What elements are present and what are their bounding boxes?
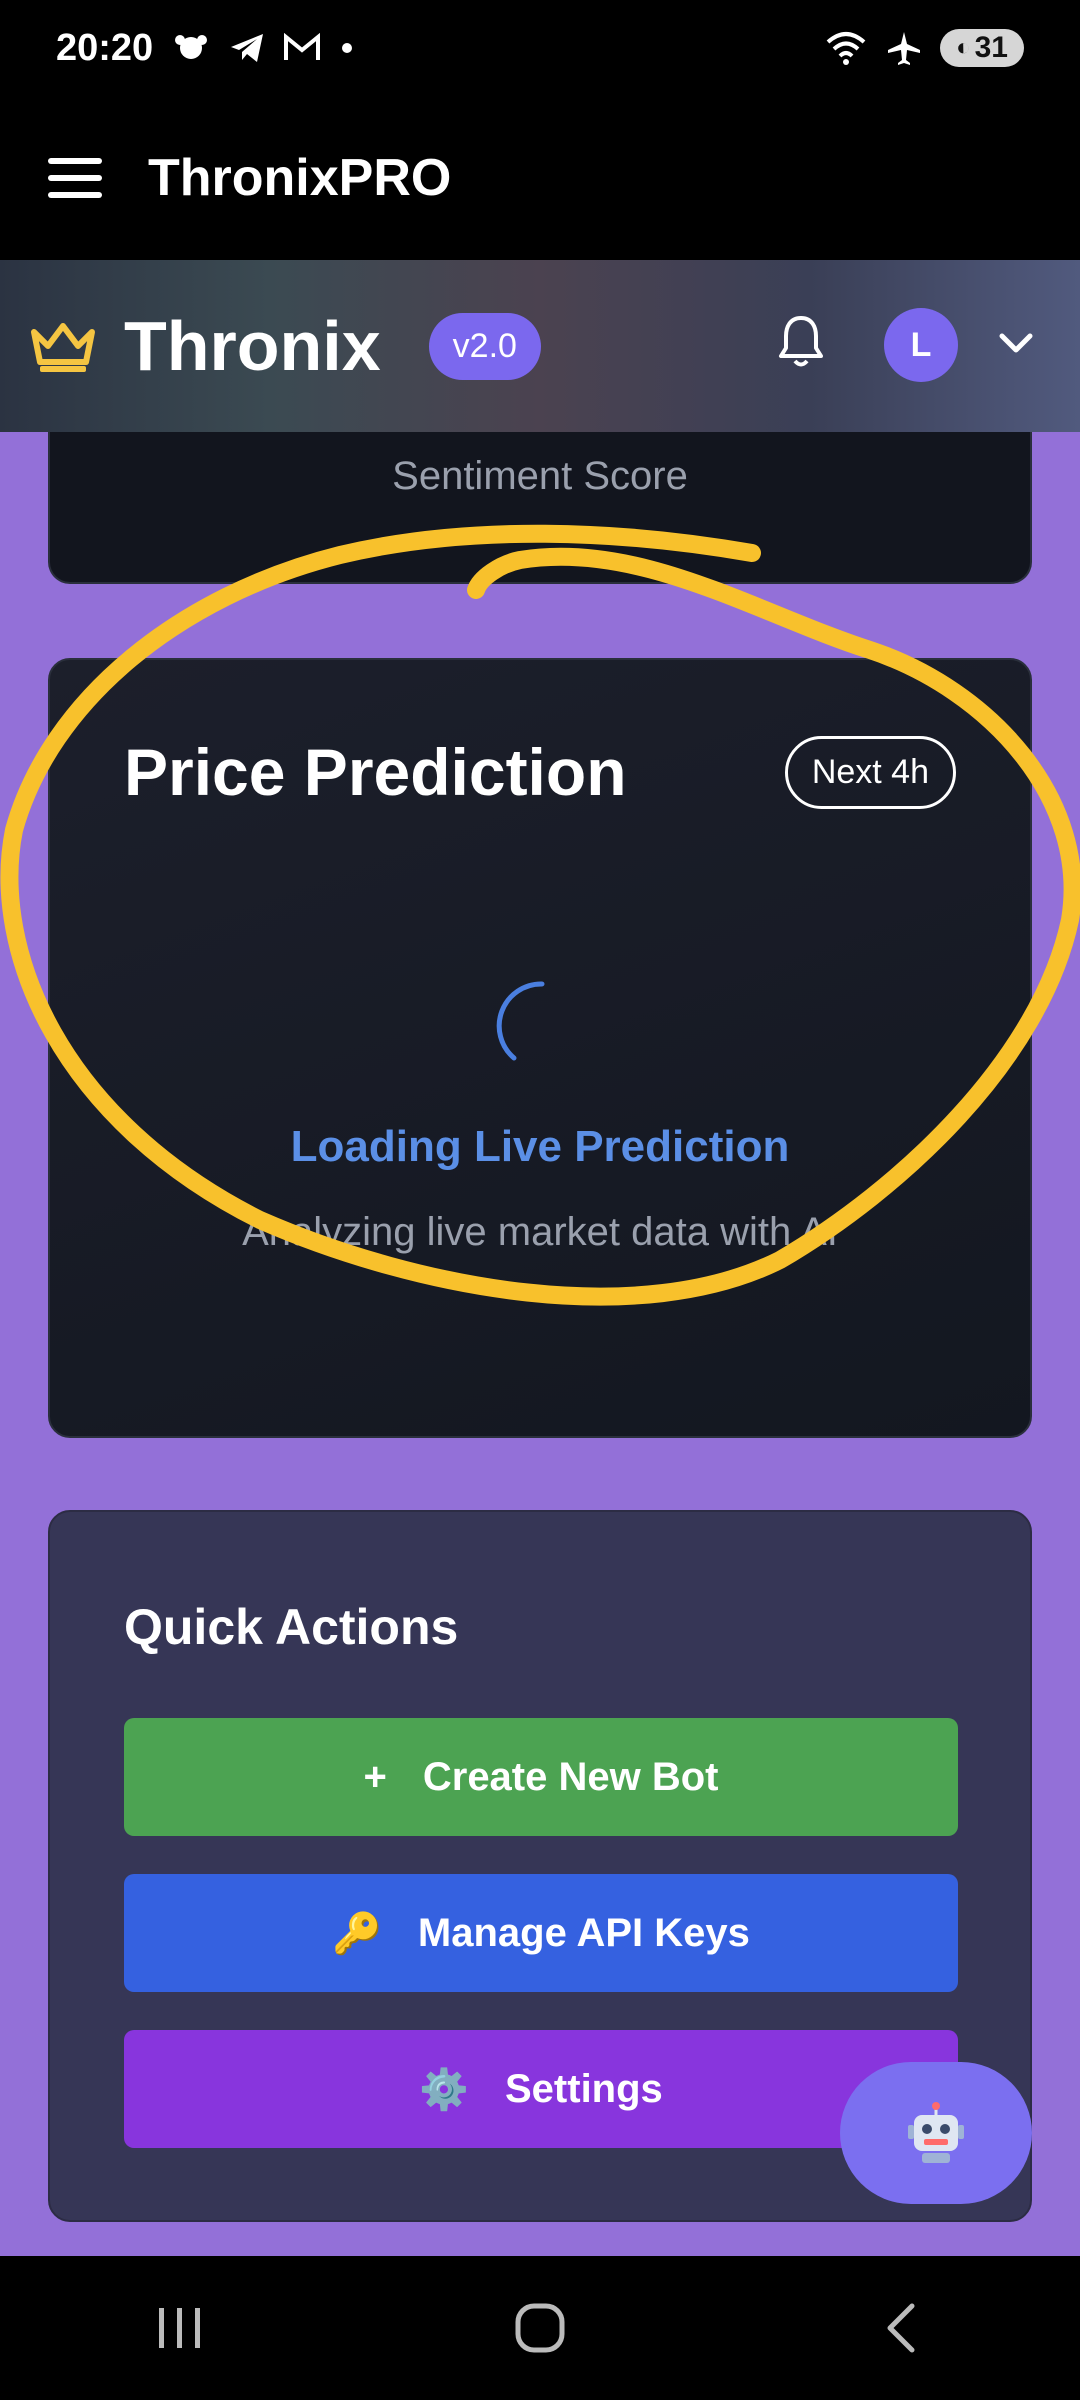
wifi-icon [826, 32, 866, 65]
notification-app-icon [175, 35, 208, 59]
version-badge: v2.0 [428, 312, 541, 380]
back-button[interactable] [860, 2298, 940, 2358]
back-icon [887, 2303, 915, 2353]
battery-saver-icon: ◐ [956, 34, 971, 61]
status-time: 20:20 [56, 26, 154, 69]
home-button[interactable] [500, 2298, 580, 2358]
robot-icon [908, 2102, 964, 2163]
battery-level: 31 [974, 31, 1008, 64]
manage-api-keys-button[interactable]: 🔑 Manage API Keys [124, 1874, 958, 1992]
recent-apps-icon [159, 2308, 200, 2348]
crown-icon [31, 323, 95, 372]
app-bar: ThronixPRO [0, 96, 1080, 260]
bell-icon[interactable] [776, 312, 826, 370]
site-header: Thronix v2.0 L [0, 260, 1080, 432]
quick-actions-title: Quick Actions [124, 1599, 459, 1655]
loading-subtitle: Analyzing live market data with AI [242, 1210, 838, 1254]
home-icon [515, 2303, 565, 2353]
price-prediction-card: Price Prediction Next 4h Loading Live Pr… [48, 658, 1032, 1438]
manage-api-keys-label: Manage API Keys [417, 1910, 750, 1955]
battery-indicator: ◐ 31 [940, 29, 1024, 67]
gmail-icon [284, 33, 321, 60]
sentiment-card: Sentiment Score [48, 432, 1032, 584]
dot-icon [342, 43, 353, 53]
loading-spinner-icon [496, 981, 545, 1061]
system-nav-bar [0, 2256, 1080, 2400]
sentiment-label: Sentiment Score [392, 454, 688, 498]
menu-icon[interactable] [48, 158, 102, 198]
key-icon: 🔑 [332, 1911, 382, 1956]
brand-name: Thronix [124, 307, 381, 385]
avatar[interactable]: L [884, 308, 958, 382]
plus-icon: + [363, 1754, 387, 1799]
status-left: 20:20 [56, 27, 355, 70]
create-new-bot-button[interactable]: + Create New Bot [124, 1718, 958, 1836]
avatar-initial: L [910, 325, 932, 364]
timeframe-badge[interactable]: Next 4h [784, 736, 956, 809]
chevron-down-icon[interactable] [998, 332, 1034, 356]
telegram-icon [231, 34, 264, 62]
status-right: ◐ 31 [824, 29, 1024, 67]
status-bar: 20:20 ◐ 31 [0, 0, 1080, 96]
gear-icon: ⚙️ [419, 2067, 469, 2112]
settings-label: Settings [505, 2066, 663, 2111]
chatbot-fab-button[interactable] [840, 2062, 1032, 2204]
recent-apps-button[interactable] [140, 2298, 220, 2358]
settings-button[interactable]: ⚙️ Settings [124, 2030, 958, 2148]
create-new-bot-label: Create New Bot [422, 1754, 719, 1799]
airplane-icon [888, 32, 921, 65]
loading-title: Loading Live Prediction [290, 1122, 790, 1171]
card-title: Price Prediction [124, 735, 627, 809]
app-title: ThronixPRO [148, 149, 452, 207]
